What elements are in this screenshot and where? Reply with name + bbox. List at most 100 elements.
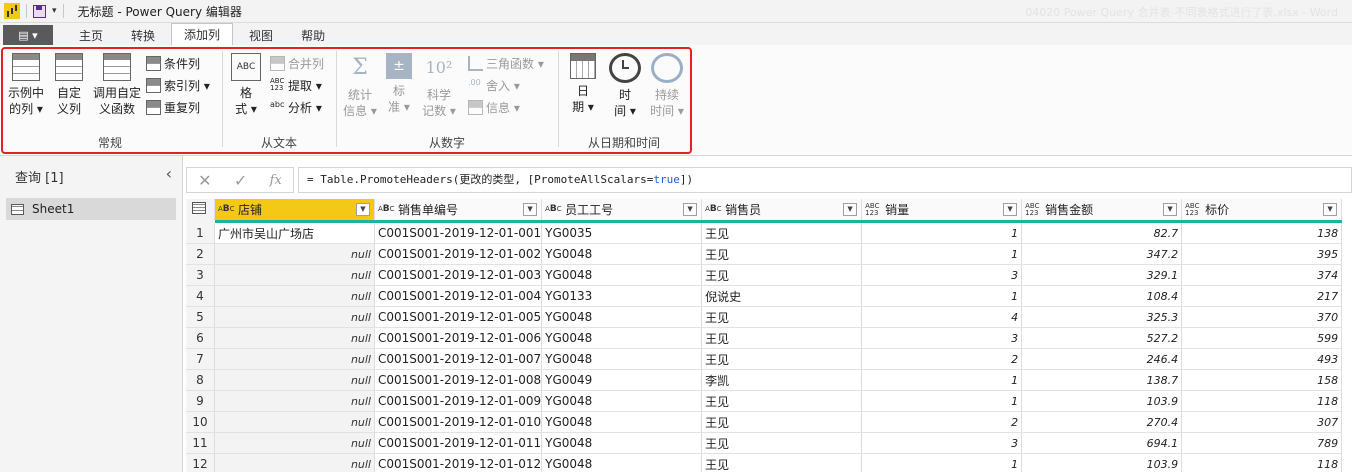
- table-cell[interactable]: null: [214, 243, 375, 265]
- table-cell[interactable]: YG0048: [541, 264, 703, 286]
- any-type-icon[interactable]: ABC 123: [1025, 202, 1045, 217]
- column-header-quantity[interactable]: ABC 123 销量 ▼: [861, 199, 1023, 223]
- table-cell[interactable]: C001S001-2019-12-01-008: [374, 369, 543, 391]
- filter-dropdown-icon[interactable]: ▼: [356, 203, 370, 216]
- table-cell[interactable]: 82.7: [1021, 221, 1183, 244]
- filter-dropdown-icon[interactable]: ▼: [1003, 203, 1018, 216]
- table-cell[interactable]: 王见: [701, 221, 863, 244]
- confirm-icon[interactable]: ✓: [234, 171, 247, 190]
- table-cell[interactable]: 395: [1181, 243, 1343, 265]
- formula-input[interactable]: = Table.PromoteHeaders(更改的类型, [PromoteAl…: [298, 167, 1352, 193]
- table-cell[interactable]: 599: [1181, 327, 1343, 349]
- table-cell[interactable]: 3: [861, 327, 1023, 349]
- tab-transform[interactable]: 转换: [119, 25, 167, 45]
- extract-button[interactable]: ABC 123 提取 ▾: [270, 76, 322, 94]
- text-type-icon[interactable]: ABC: [378, 205, 398, 214]
- table-cell[interactable]: 王见: [701, 432, 863, 454]
- table-cell[interactable]: C001S001-2019-12-01-007: [374, 348, 543, 370]
- collapse-pane-icon[interactable]: ‹: [166, 164, 172, 183]
- scientific-button[interactable]: 10² 科学 记数 ▾: [420, 53, 458, 119]
- table-cell[interactable]: null: [214, 285, 375, 307]
- table-cell[interactable]: 2: [861, 348, 1023, 370]
- column-header-amount[interactable]: ABC 123 销售金额 ▼: [1021, 199, 1183, 223]
- column-header-employee-id[interactable]: ABC 员工工号 ▼: [541, 199, 703, 223]
- table-menu-icon[interactable]: [186, 199, 215, 223]
- table-cell[interactable]: 527.2: [1021, 327, 1183, 349]
- table-cell[interactable]: C001S001-2019-12-01-003: [374, 264, 543, 286]
- rounding-button[interactable]: .00 舍入 ▾: [468, 76, 520, 94]
- cancel-icon[interactable]: ✕: [198, 171, 211, 190]
- custom-column-button[interactable]: 自定 义列: [52, 53, 86, 117]
- any-type-icon[interactable]: ABC 123: [1185, 202, 1205, 217]
- table-cell[interactable]: 王见: [701, 306, 863, 328]
- table-cell[interactable]: 1: [861, 369, 1023, 391]
- table-cell[interactable]: null: [214, 306, 375, 328]
- trigonometry-button[interactable]: 三角函数 ▾: [468, 54, 544, 72]
- table-cell[interactable]: 1: [861, 285, 1023, 307]
- table-cell[interactable]: 4: [861, 306, 1023, 328]
- fx-icon[interactable]: fx: [270, 173, 282, 188]
- table-cell[interactable]: 118: [1181, 453, 1343, 472]
- parse-button[interactable]: abc 分析 ▾: [270, 98, 322, 116]
- table-cell[interactable]: YG0048: [541, 243, 703, 265]
- filter-dropdown-icon[interactable]: ▼: [1323, 203, 1338, 216]
- table-cell[interactable]: 1: [861, 221, 1023, 244]
- table-cell[interactable]: C001S001-2019-12-01-009: [374, 390, 543, 412]
- table-cell[interactable]: 270.4: [1021, 411, 1183, 433]
- table-cell[interactable]: 王见: [701, 411, 863, 433]
- standard-button[interactable]: ± 标 准 ▾: [384, 53, 414, 115]
- statistics-button[interactable]: Σ 统计 信息 ▾: [342, 53, 378, 119]
- tab-help[interactable]: 帮助: [289, 25, 337, 45]
- table-cell[interactable]: C001S001-2019-12-01-001: [374, 221, 543, 244]
- table-cell[interactable]: null: [214, 411, 375, 433]
- table-cell[interactable]: 329.1: [1021, 264, 1183, 286]
- table-cell[interactable]: 1: [861, 390, 1023, 412]
- table-cell[interactable]: 103.9: [1021, 390, 1183, 412]
- conditional-column-button[interactable]: 条件列: [146, 54, 200, 72]
- table-cell[interactable]: 307: [1181, 411, 1343, 433]
- filter-dropdown-icon[interactable]: ▼: [843, 203, 858, 216]
- quick-access-dropdown-icon[interactable]: ▾: [52, 6, 57, 16]
- table-cell[interactable]: 493: [1181, 348, 1343, 370]
- table-cell[interactable]: YG0048: [541, 348, 703, 370]
- table-cell[interactable]: 1: [861, 243, 1023, 265]
- table-cell[interactable]: 王见: [701, 453, 863, 472]
- table-cell[interactable]: 103.9: [1021, 453, 1183, 472]
- table-cell[interactable]: 王见: [701, 327, 863, 349]
- table-cell[interactable]: null: [214, 369, 375, 391]
- column-header-salesperson[interactable]: ABC 销售员 ▼: [701, 199, 863, 223]
- file-menu-button[interactable]: ▤ ▾: [3, 25, 53, 45]
- column-header-store[interactable]: ABC 店铺 ▼: [214, 199, 375, 223]
- table-cell[interactable]: YG0048: [541, 306, 703, 328]
- table-cell[interactable]: 王见: [701, 348, 863, 370]
- filter-dropdown-icon[interactable]: ▼: [523, 203, 538, 216]
- table-cell[interactable]: YG0048: [541, 411, 703, 433]
- table-cell[interactable]: 李凯: [701, 369, 863, 391]
- column-from-examples-button[interactable]: 示例中 的列 ▾: [6, 53, 46, 117]
- table-cell[interactable]: 694.1: [1021, 432, 1183, 454]
- filter-dropdown-icon[interactable]: ▼: [1163, 203, 1178, 216]
- information-button[interactable]: 信息 ▾: [468, 98, 520, 116]
- table-cell[interactable]: 1: [861, 453, 1023, 472]
- table-cell[interactable]: C001S001-2019-12-01-005: [374, 306, 543, 328]
- table-cell[interactable]: C001S001-2019-12-01-010: [374, 411, 543, 433]
- table-cell[interactable]: 217: [1181, 285, 1343, 307]
- column-header-order-id[interactable]: ABC 销售单编号 ▼: [374, 199, 543, 223]
- save-icon[interactable]: [33, 4, 46, 18]
- table-cell[interactable]: 138.7: [1021, 369, 1183, 391]
- table-cell[interactable]: null: [214, 327, 375, 349]
- query-item-sheet1[interactable]: Sheet1: [6, 198, 176, 220]
- table-cell[interactable]: 118: [1181, 390, 1343, 412]
- table-cell[interactable]: 倪说史: [701, 285, 863, 307]
- table-cell[interactable]: C001S001-2019-12-01-002: [374, 243, 543, 265]
- text-type-icon[interactable]: ABC: [545, 205, 565, 214]
- table-cell[interactable]: YG0049: [541, 369, 703, 391]
- date-button[interactable]: 日 期 ▾: [566, 53, 600, 115]
- table-cell[interactable]: null: [214, 432, 375, 454]
- table-cell[interactable]: YG0048: [541, 432, 703, 454]
- table-cell[interactable]: null: [214, 390, 375, 412]
- format-button[interactable]: ABC 格 式 ▾: [228, 53, 264, 117]
- text-type-icon[interactable]: ABC: [218, 205, 238, 214]
- text-type-icon[interactable]: ABC: [705, 205, 725, 214]
- tab-home[interactable]: 主页: [67, 25, 115, 45]
